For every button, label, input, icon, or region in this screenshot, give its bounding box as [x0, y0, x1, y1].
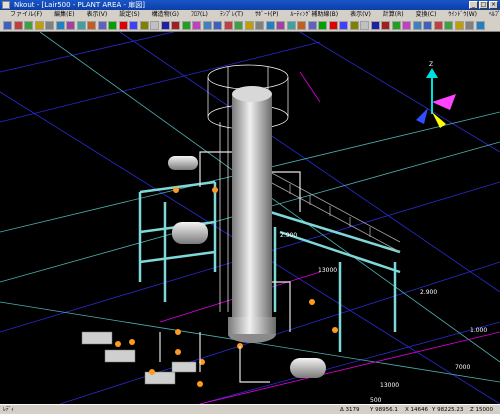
toolbar-tool-icon[interactable]	[433, 21, 443, 30]
toolbar-tool-icon[interactable]	[370, 21, 380, 30]
toolbar-tool-icon[interactable]	[444, 21, 453, 30]
status-bar: ﾚﾃﾞｨ Δ 3179 Y 98956.1 X 14646 Y 98225.23…	[0, 404, 500, 414]
toolbar-tool-icon[interactable]	[129, 21, 138, 30]
menu-settings[interactable]: 設定(S)	[119, 10, 140, 20]
menu-template[interactable]: ﾃﾝﾌﾟﾚ(T)	[220, 10, 243, 20]
toolbar-tool-icon[interactable]	[13, 21, 23, 30]
menu-file[interactable]: ファイル(F)	[10, 10, 42, 20]
toolbar-tool-icon[interactable]	[139, 21, 149, 30]
coord-z: Z 15000	[470, 407, 494, 413]
toolbar-tool-icon[interactable]	[475, 21, 485, 30]
toolbar-tool-icon[interactable]	[181, 21, 191, 30]
toolbar-tool-icon[interactable]	[360, 21, 369, 30]
toolbar-tool-icon[interactable]	[328, 21, 338, 30]
toolbar-tool-icon[interactable]	[318, 21, 327, 30]
stair-ladder	[269, 171, 401, 253]
dimension-labels: 13000 2.900 1.000 13000 7000 2.900 500	[280, 232, 487, 404]
menu-edit[interactable]: 編集(E)	[54, 10, 74, 20]
toolbar-tool-icon[interactable]	[339, 21, 348, 30]
menu-support[interactable]: ｻﾎﾟｰﾄ(P)	[255, 10, 278, 20]
dim-label: 13000	[380, 382, 399, 389]
toolbar-tool-icon[interactable]	[108, 21, 117, 30]
toolbar-tool-icon[interactable]	[66, 21, 75, 30]
toolbar-tool-icon[interactable]	[454, 21, 464, 30]
status-text: ﾚﾃﾞｨ	[3, 407, 15, 413]
toolbar-tool-icon[interactable]	[276, 21, 285, 30]
valve-fittings	[115, 187, 338, 387]
pumps[interactable]	[81, 331, 197, 385]
toolbar-tool-icon[interactable]	[150, 21, 159, 30]
dim-label: 500	[370, 397, 382, 404]
dim-label: 1.000	[470, 327, 487, 334]
menu-calc[interactable]: 計算(R)	[383, 10, 404, 20]
toolbar-tool-icon[interactable]	[349, 21, 359, 30]
menu-help[interactable]: ﾍﾙﾌﾟ(H)	[489, 10, 500, 20]
toolbar-tool-icon[interactable]	[412, 21, 422, 30]
dim-label: 2.900	[420, 289, 437, 296]
toolbar-tool-icon[interactable]	[97, 21, 107, 30]
toolbar-tool-icon[interactable]	[45, 21, 54, 30]
menu-display[interactable]: 表示(V)	[350, 10, 371, 20]
menu-routing[interactable]: ﾙｰﾃｨﾝｸﾞ補助線(B)	[290, 10, 338, 20]
toolbar-tool-icon[interactable]	[391, 21, 401, 30]
dim-label: 2.900	[280, 232, 297, 239]
toolbar-tool-icon[interactable]	[3, 21, 12, 30]
menu-structure[interactable]: 構造物(G)	[152, 10, 179, 20]
coord-x: X 14646	[405, 407, 429, 413]
toolbar-tool-icon[interactable]	[307, 21, 317, 30]
menu-floor[interactable]: ﾌﾛｱ(L)	[191, 10, 208, 20]
toolbar-tool-icon[interactable]	[297, 21, 306, 30]
coord-y1: Y 98956.1	[370, 407, 398, 413]
axis-triad: Z	[416, 61, 456, 128]
toolbar-tool-icon[interactable]	[286, 21, 296, 30]
distillation-column[interactable]	[228, 86, 276, 343]
toolbar-tool-icon[interactable]	[24, 21, 33, 30]
toolbar-tool-icon[interactable]	[192, 21, 201, 30]
toolbar-tool-icon[interactable]	[202, 21, 212, 30]
toolbar	[0, 20, 500, 32]
coord-delta: Δ 3179	[340, 407, 360, 413]
axis-z-label: Z	[429, 61, 433, 68]
toolbar-tool-icon[interactable]	[34, 21, 44, 30]
toolbar-tool-icon[interactable]	[76, 21, 86, 30]
toolbar-tool-icon[interactable]	[223, 21, 233, 30]
app-icon	[2, 1, 10, 9]
menu-bar: ファイル(F) 編集(E) 表示(V) 設定(S) 構造物(G) ﾌﾛｱ(L) …	[0, 10, 500, 20]
dim-label: 13000	[318, 267, 337, 274]
toolbar-tool-icon[interactable]	[118, 21, 128, 30]
coord-y2: Y 98225.23	[432, 407, 464, 413]
toolbar-tool-icon[interactable]	[87, 21, 96, 30]
toolbar-tool-icon[interactable]	[55, 21, 65, 30]
toolbar-tool-icon[interactable]	[402, 21, 411, 30]
toolbar-tool-icon[interactable]	[171, 21, 180, 30]
toolbar-tool-icon[interactable]	[244, 21, 254, 30]
maximize-button[interactable]: □	[479, 1, 488, 9]
close-button[interactable]: ×	[489, 1, 498, 9]
toolbar-tool-icon[interactable]	[423, 21, 432, 30]
menu-convert[interactable]: 変換(C)	[416, 10, 437, 20]
title-bar: Nkout - [Lair500 - PLANT AREA - 扉図] _ □ …	[0, 0, 500, 10]
window-title: Nkout - [Lair500 - PLANT AREA - 扉図]	[14, 1, 145, 9]
toolbar-tool-icon[interactable]	[381, 21, 390, 30]
window-controls: _ □ ×	[469, 1, 498, 9]
toolbar-tool-icon[interactable]	[255, 21, 264, 30]
plant-model-svg: Z 13000 2.900 1.000 13000 7000 2.900 500	[0, 32, 500, 404]
toolbar-tool-icon[interactable]	[160, 21, 170, 30]
dim-label: 7000	[455, 364, 470, 371]
app-window: Nkout - [Lair500 - PLANT AREA - 扉図] _ □ …	[0, 0, 500, 414]
minimize-button[interactable]: _	[469, 1, 478, 9]
toolbar-tool-icon[interactable]	[265, 21, 275, 30]
toolbar-tool-icon[interactable]	[213, 21, 222, 30]
3d-viewport[interactable]: Z 13000 2.900 1.000 13000 7000 2.900 500	[0, 32, 500, 404]
toolbar-tool-icon[interactable]	[234, 21, 243, 30]
toolbar-tool-icon[interactable]	[465, 21, 474, 30]
menu-view[interactable]: 表示(V)	[86, 10, 107, 20]
menu-window[interactable]: ｳｲﾝﾄﾞｳ(W)	[448, 10, 477, 20]
